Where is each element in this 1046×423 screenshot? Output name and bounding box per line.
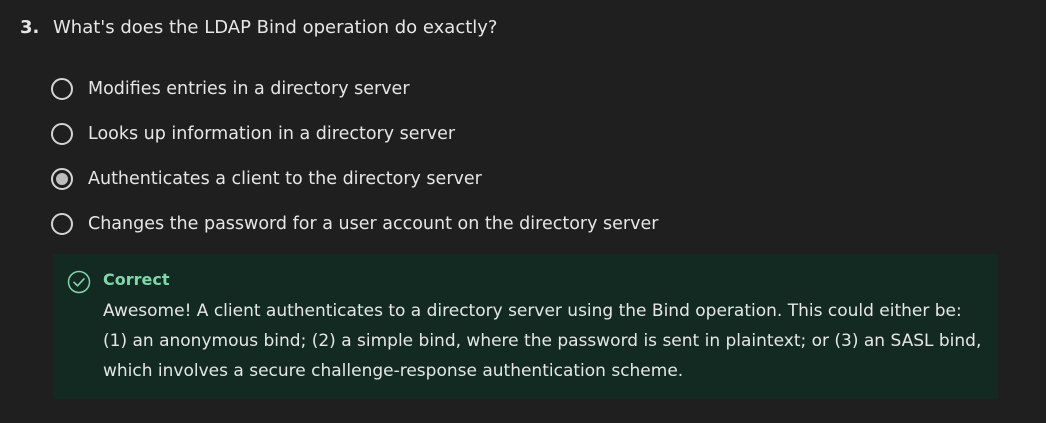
option-label: Changes the password for a user account …	[88, 214, 659, 235]
feedback-status: Correct	[103, 270, 170, 289]
question-number: 3.	[20, 17, 40, 38]
option-looks-up-information[interactable]: Looks up information in a directory serv…	[51, 117, 658, 150]
feedback-message: Awesome! A client authenticates to a dir…	[103, 301, 982, 381]
option-label: Looks up information in a directory serv…	[88, 123, 456, 144]
option-label: Authenticates a client to the directory …	[88, 169, 482, 190]
radio-unselected-icon[interactable]	[51, 122, 73, 145]
radio-unselected-icon[interactable]	[51, 77, 73, 100]
option-authenticates-client[interactable]: Authenticates a client to the directory …	[51, 163, 658, 196]
question-header: 3. What's does the LDAP Bind operation d…	[20, 17, 498, 38]
feedback-panel: Correct Awesome! A client authenticates …	[53, 254, 998, 399]
answer-options: Modifies entries in a directory server L…	[51, 72, 658, 253]
quiz-question: 3. What's does the LDAP Bind operation d…	[0, 0, 1046, 423]
check-circle-icon	[67, 270, 91, 294]
radio-dot	[56, 173, 68, 186]
option-label: Modifies entries in a directory server	[88, 78, 410, 99]
option-modifies-entries[interactable]: Modifies entries in a directory server	[51, 72, 658, 105]
option-changes-password[interactable]: Changes the password for a user account …	[51, 208, 658, 241]
question-text: What's does the LDAP Bind operation do e…	[53, 17, 498, 38]
radio-unselected-icon[interactable]	[51, 213, 73, 236]
radio-selected-icon[interactable]	[51, 168, 73, 191]
